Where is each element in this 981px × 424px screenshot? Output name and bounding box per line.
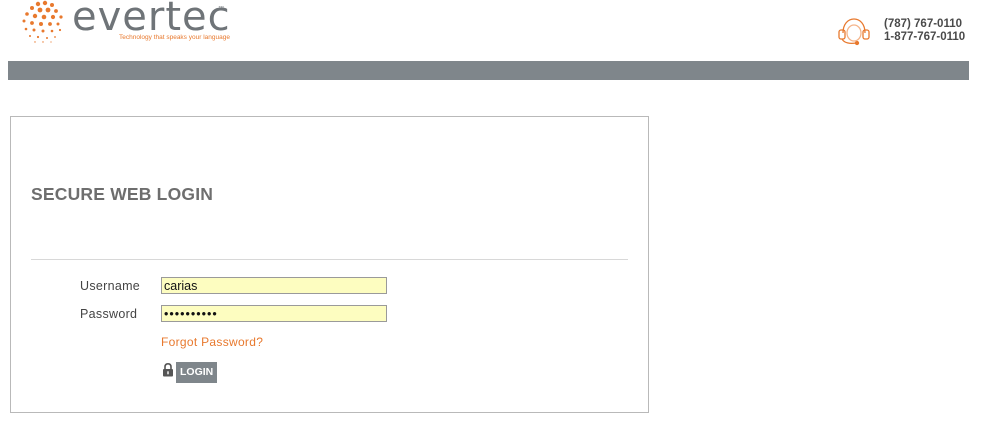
- header-bar: [8, 61, 969, 80]
- page-title: SECURE WEB LOGIN: [31, 184, 214, 204]
- phone-tollfree: 1-877-767-0110: [884, 31, 966, 43]
- evertec-logo: evertec ™ Technology that speaks your la…: [20, 0, 235, 46]
- username-input[interactable]: [161, 277, 387, 294]
- login-button[interactable]: LOGIN: [176, 362, 218, 383]
- login-panel: SECURE WEB LOGIN Username Password Forgo…: [10, 116, 649, 413]
- logo-trademark: ™: [218, 6, 224, 12]
- logo-tagline: Technology that speaks your language: [119, 34, 230, 41]
- divider: [31, 259, 628, 260]
- password-label: Password: [80, 307, 138, 321]
- headset-icon: [838, 18, 870, 46]
- lock-icon: [163, 363, 173, 377]
- username-label: Username: [80, 279, 141, 293]
- forgot-password-link[interactable]: Forgot Password?: [161, 335, 263, 349]
- password-input[interactable]: [161, 305, 387, 322]
- phone-local: (787) 767-0110: [884, 18, 963, 30]
- sunburst-dots-icon: [22, 0, 63, 43]
